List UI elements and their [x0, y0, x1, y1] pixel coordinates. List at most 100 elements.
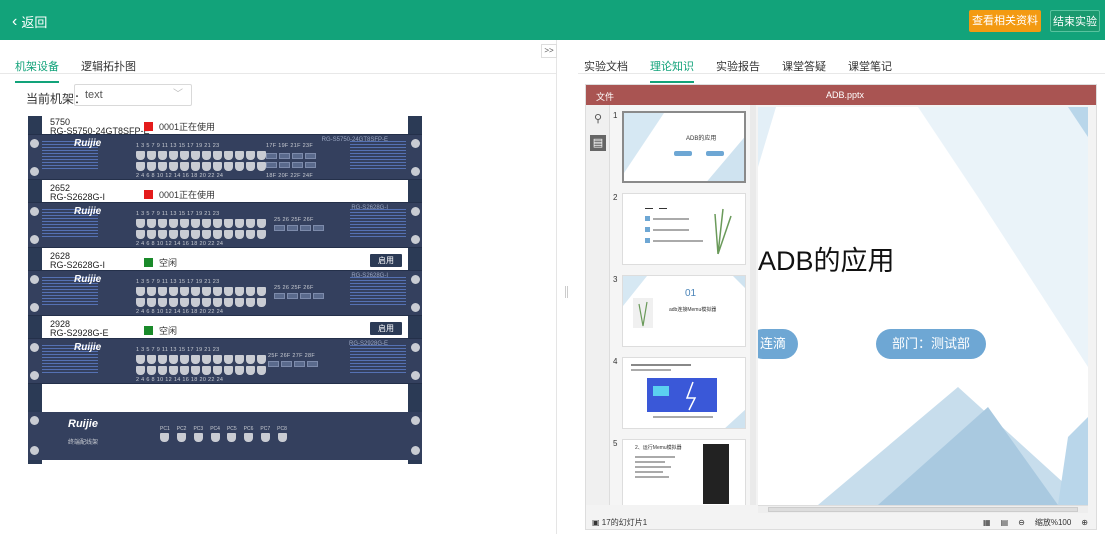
sfp-ports [266, 162, 316, 168]
pc-port[interactable]: PC7 [260, 426, 270, 442]
tab-qa[interactable]: 课堂答疑 [782, 58, 826, 83]
slide-thumbnail[interactable] [622, 357, 746, 429]
slide-view-icon[interactable]: ▤ [1001, 518, 1009, 527]
sfp-ports [274, 225, 324, 231]
divider [0, 73, 556, 74]
thumbnail-scrollbar[interactable] [750, 105, 756, 505]
slide-thumbnail[interactable] [622, 193, 746, 265]
thumb-section-number: 01 [685, 288, 697, 299]
collapse-button[interactable]: >> [541, 44, 557, 58]
sfp-ports [274, 293, 324, 299]
port-numbers-bottom: 2 4 6 8 10 12 14 16 18 20 22 24 [136, 241, 224, 247]
enable-button[interactable]: 启用 [370, 254, 402, 267]
slide-thumbnail[interactable]: 2、运行Memu模拟器 [622, 439, 746, 505]
port-numbers-bottom: 2 4 6 8 10 12 14 16 18 20 22 24 [136, 309, 224, 315]
normal-view-icon[interactable]: ▦ [983, 518, 991, 527]
brand-logo: Ruijie [74, 206, 102, 217]
splitter-grip[interactable] [565, 286, 568, 298]
slide-thumbnail[interactable]: ADB的应用 [622, 111, 746, 183]
horizontal-scrollbar[interactable] [758, 505, 1088, 513]
back-button[interactable]: ‹ 返回 [12, 12, 47, 31]
enable-button[interactable]: 启用 [370, 322, 402, 335]
pc-port[interactable]: PC6 [244, 426, 253, 442]
slide-canvas: ADB的应用 连滴 部门：测试部 [758, 107, 1088, 505]
screw-icon [30, 167, 39, 176]
pc-port[interactable]: PC2 [177, 426, 186, 442]
port-row-bottom [136, 162, 266, 171]
view-related-materials-button[interactable]: 查看相关资料 [969, 10, 1041, 32]
tab-theory[interactable]: 理论知识 [650, 58, 694, 83]
rack-select[interactable]: text ﹀ [74, 84, 192, 106]
left-tabs: 机架设备 逻辑拓扑图 [15, 58, 136, 83]
screw-icon [411, 446, 420, 455]
pc-port[interactable]: PC4 [210, 426, 220, 442]
port-numbers-top: 1 3 5 7 9 11 13 15 17 19 21 23 [136, 347, 220, 353]
switch-device[interactable]: Ruijie RG-S2928G-E 1 3 5 7 9 11 13 15 17… [28, 338, 422, 384]
port-row-bottom [136, 366, 266, 375]
screw-icon [411, 139, 420, 148]
top-bar: ‹ 返回 查看相关资料 结束实验 [0, 0, 1105, 40]
slot-model: RG-S2628G-I [50, 192, 106, 202]
status-text: 空闲 [159, 326, 178, 336]
tab-rack-devices[interactable]: 机架设备 [15, 58, 59, 83]
chevron-left-icon: ‹ [12, 12, 18, 30]
pc-port[interactable]: PC8 [277, 426, 287, 442]
port-numbers-bottom: 2 4 6 8 10 12 14 16 18 20 22 24 [136, 173, 224, 179]
vent-grille [350, 345, 406, 375]
tab-lab-docs[interactable]: 实验文档 [584, 58, 628, 83]
ppt-viewer: 文件 ADB.pptx ⚲ ▤ 1 ADB的应用 2 3 01 adb连接Mem… [585, 84, 1097, 530]
screw-icon [411, 303, 420, 312]
patch-panel[interactable]: Ruijie 终端配线架 PC1 PC2 PC3 PC4 PC5 PC6 PC7… [28, 412, 422, 460]
tab-notes[interactable]: 课堂笔记 [848, 58, 892, 83]
file-menu[interactable]: 文件 [596, 90, 614, 103]
port-numbers-top: 1 3 5 7 9 11 13 15 17 19 21 23 [136, 211, 220, 217]
sfp-numbers-top: 25 26 25F 26F [274, 285, 314, 291]
screw-icon [30, 416, 39, 425]
port-row-top [136, 151, 266, 160]
screw-icon [30, 371, 39, 380]
switch-device[interactable]: Ruijie RG-S2628G-I 1 3 5 7 9 11 13 15 17… [28, 270, 422, 316]
brand-logo: Ruijie [74, 138, 102, 149]
brand-logo: Ruijie [74, 274, 102, 285]
pane-splitter[interactable] [556, 40, 557, 534]
slide-thumbnail[interactable]: 01 adb连接Memu模拟器 [622, 275, 746, 347]
patch-panel-ports: PC1 PC2 PC3 PC4 PC5 PC6 PC7 PC8 [160, 426, 287, 442]
screw-icon [411, 416, 420, 425]
slideshow-icon[interactable]: ▣ [592, 518, 600, 527]
thumb-1-art [624, 113, 744, 181]
screw-icon [30, 343, 39, 352]
status-text: 空闲 [159, 258, 178, 268]
thumb-title: ADB的应用 [686, 136, 717, 142]
tab-lab-report[interactable]: 实验报告 [716, 58, 760, 83]
screw-icon [411, 371, 420, 380]
end-experiment-button[interactable]: 结束实验 [1050, 10, 1100, 32]
pc-port[interactable]: PC5 [227, 426, 237, 442]
pc-port[interactable]: PC3 [193, 426, 203, 442]
screw-icon [30, 303, 39, 312]
status-badge: 0001正在使用 [144, 120, 215, 133]
patch-panel-subtitle: 终端配线架 [68, 440, 99, 446]
zoom-out-icon[interactable]: ⊖ [1018, 518, 1025, 527]
vent-grille [350, 209, 406, 239]
screw-icon [411, 235, 420, 244]
slide-title: ADB的应用 [758, 246, 895, 276]
slot-model: RG-S2628G-I [50, 260, 106, 270]
slide-background-art [758, 107, 1088, 505]
pc-port[interactable]: PC1 [160, 426, 170, 442]
scrollbar-thumb[interactable] [768, 507, 1078, 512]
search-icon[interactable]: ⚲ [590, 111, 606, 127]
thumbnails-icon[interactable]: ▤ [590, 135, 606, 151]
status-square-icon [144, 326, 153, 335]
screw-icon [30, 139, 39, 148]
screw-icon [30, 275, 39, 284]
tab-logical-topology[interactable]: 逻辑拓扑图 [81, 58, 136, 83]
thumb-2-art [645, 208, 732, 255]
rack-select-value: text [85, 89, 103, 101]
zoom-in-icon[interactable]: ⊕ [1081, 518, 1088, 527]
switch-device[interactable]: Ruijie RG-S2628G-I 1 3 5 7 9 11 13 15 17… [28, 202, 422, 248]
brand-logo: Ruijie [68, 418, 98, 430]
sfp-numbers-bottom: 18F 20F 22F 24F [266, 173, 313, 179]
slot-info: 2628 RG-S2628G-I [50, 252, 105, 270]
screw-icon [411, 275, 420, 284]
switch-device[interactable]: Ruijie RG-S5750-24GT8SFP-E 1 3 5 7 9 11 … [28, 134, 422, 180]
